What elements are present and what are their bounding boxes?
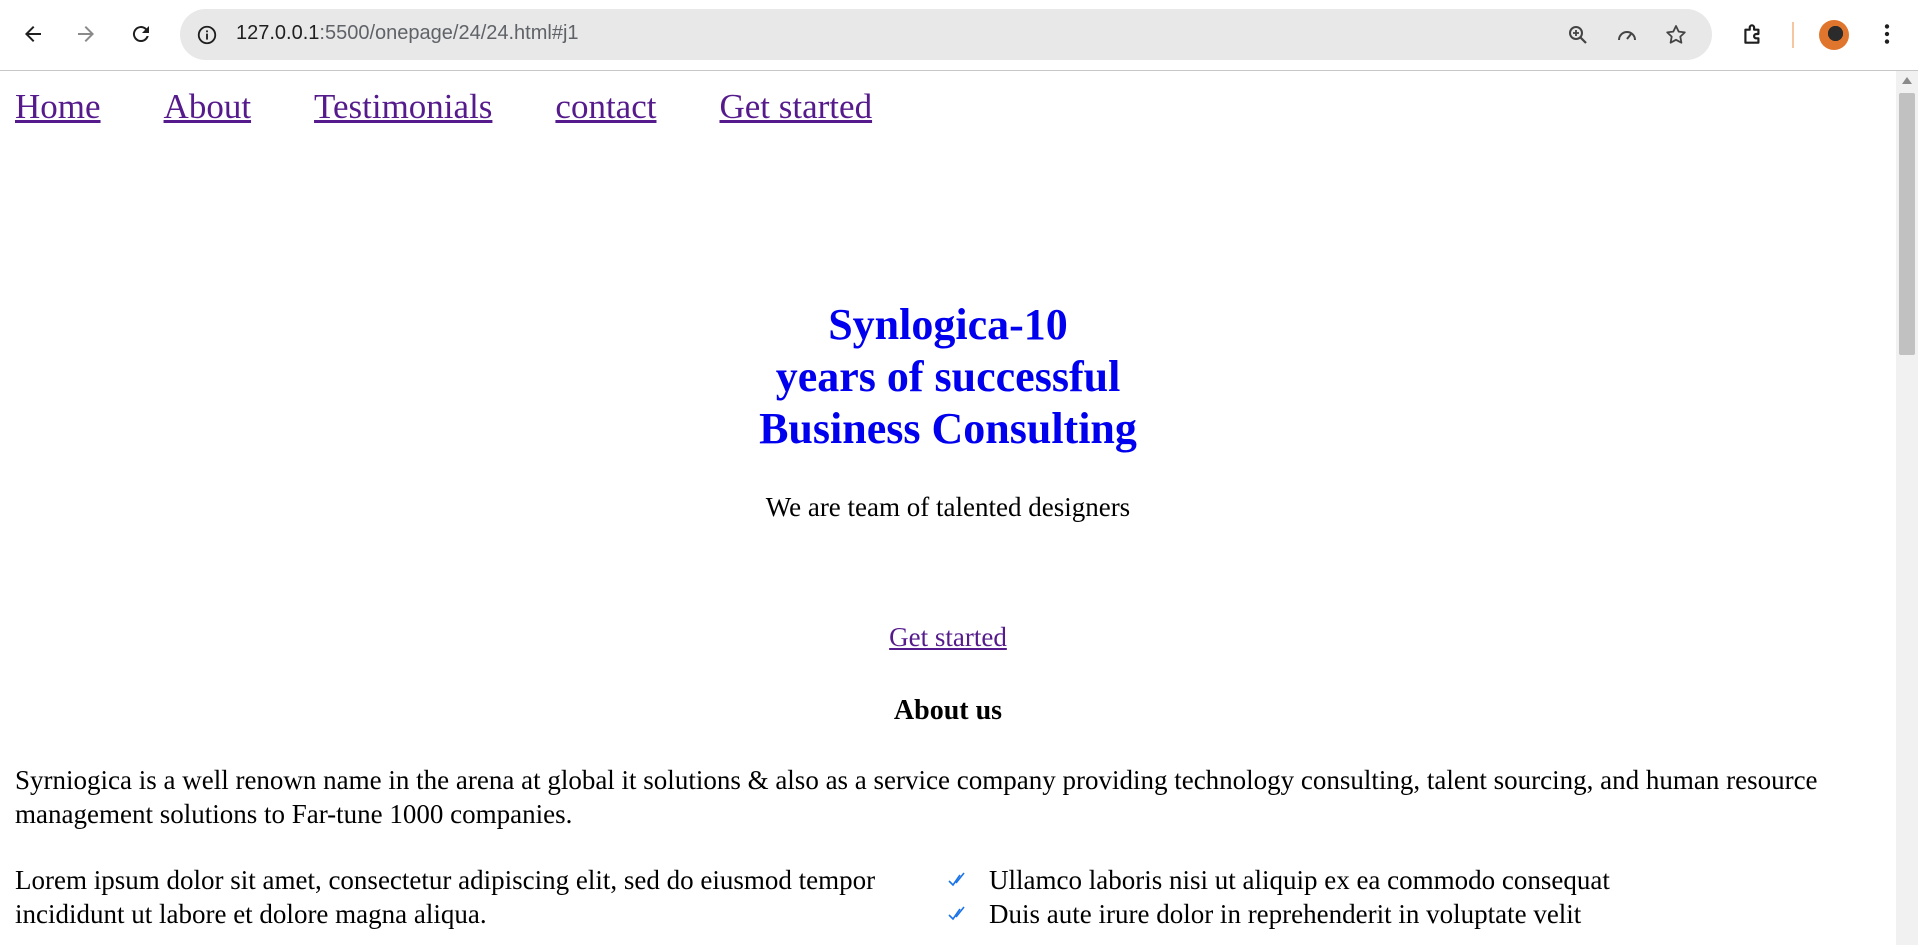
info-icon[interactable] [192, 20, 222, 50]
profile-avatar[interactable] [1819, 20, 1849, 50]
about-text: Syrniogica is a well renown name in the … [15, 765, 1818, 829]
nav-testimonials-link[interactable]: Testimonials [314, 87, 492, 127]
scroll-up-arrow-icon[interactable] [1902, 77, 1912, 84]
hero-subtitle: We are team of talented designers [765, 492, 1131, 522]
hero-title-line: Business Consulting [759, 404, 1137, 453]
toolbar-divider [1792, 22, 1794, 48]
get-started-link[interactable]: Get started [889, 622, 1007, 652]
double-check-icon [948, 906, 965, 921]
puzzle-icon [1744, 24, 1760, 44]
menu-button[interactable] [1867, 14, 1907, 54]
checklist-text: Duis aute irure dolor in reprehenderit i… [989, 899, 1582, 929]
back-button[interactable] [13, 14, 53, 54]
reload-button[interactable] [121, 14, 161, 54]
scroll-thumb[interactable] [1899, 93, 1915, 355]
arrow-left-icon [25, 26, 41, 42]
list-item: Duis aute irure dolor in reprehenderit i… [940, 897, 1610, 931]
page-viewport: Home About Testimonials contact Get star… [0, 71, 1896, 945]
reload-icon [132, 26, 149, 43]
hero-title-line: Synlogica-10 [828, 300, 1068, 349]
about-lorem-text: Lorem ipsum dolor sit amet, consectetur … [15, 865, 876, 929]
nav-get-started-link[interactable]: Get started [719, 87, 872, 127]
hero-title: Synlogica-10 years of successful Busines… [0, 299, 1896, 455]
browser-toolbar: 127.0.0.1:5500/onepage/24/24.html#j1 [0, 0, 1918, 71]
checklist-text: Ullamco laboris nisi ut aliquip ex ea co… [989, 865, 1610, 895]
hero-title-line: years of successful [775, 352, 1121, 401]
top-nav: Home About Testimonials contact Get star… [15, 87, 931, 127]
list-item: Ullamco laboris nisi ut aliquip ex ea co… [940, 863, 1610, 897]
url-text[interactable]: 127.0.0.1:5500/onepage/24/24.html#j1 [236, 22, 579, 45]
zoom-icon[interactable] [1564, 21, 1592, 49]
nav-contact-link[interactable]: contact [555, 87, 656, 127]
url-path: :5500/onepage/24/24.html#j1 [319, 22, 579, 44]
about-checklist: Ullamco laboris nisi ut aliquip ex ea co… [940, 863, 1610, 931]
double-check-icon [948, 872, 965, 887]
about-heading: About us [893, 695, 1003, 726]
url-host: 127.0.0.1 [236, 22, 320, 44]
gauge-icon[interactable] [1613, 21, 1641, 49]
forward-button[interactable] [66, 14, 106, 54]
hero-cta: Get started [0, 622, 1896, 653]
star-icon[interactable] [1662, 21, 1690, 49]
nav-about-link[interactable]: About [164, 87, 252, 127]
page-scrollbar[interactable] [1896, 71, 1918, 945]
address-bar[interactable]: 127.0.0.1:5500/onepage/24/24.html#j1 [180, 9, 1712, 60]
kebab-menu-icon [1884, 24, 1890, 44]
arrow-right-icon [78, 26, 94, 42]
nav-home-link[interactable]: Home [15, 87, 101, 127]
extensions-button[interactable] [1733, 14, 1773, 54]
